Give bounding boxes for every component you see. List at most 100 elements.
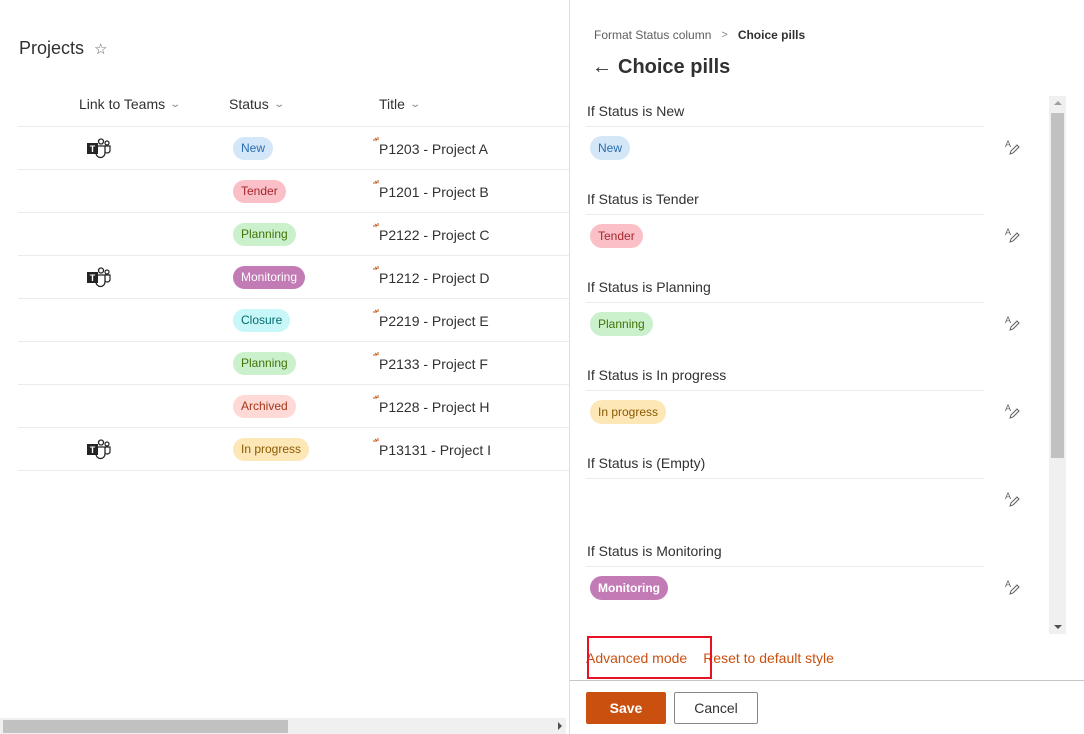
title-cell[interactable]: P13131 - Project I [373,437,491,458]
title-text[interactable]: P2133 - Project F [379,356,488,372]
format-rule: If Status is Planning Planning A [586,272,1051,360]
chevron-down-icon: ⌄ [169,98,182,110]
title-text[interactable]: P2122 - Project C [379,227,490,243]
teams-icon[interactable]: T [86,267,112,289]
pill-preview: New [590,136,631,160]
title-cell[interactable]: P1203 - Project A [373,136,488,157]
breadcrumb-parent[interactable]: Format Status column [594,28,711,42]
highlight-box [587,636,712,679]
rule-divider [586,390,984,391]
table-row[interactable]: Archived P1228 - Project H [18,385,569,428]
title-text[interactable]: P1203 - Project A [379,141,488,157]
pill-preview: Planning [590,312,653,336]
format-rule: If Status is (Empty) A [586,448,1051,536]
rules-list: If Status is New New A If Status is Tender T… [586,96,1051,634]
status-pill: Closure [233,309,291,332]
edit-style-icon[interactable]: A [1004,226,1020,244]
rule-label: If Status is Planning [587,279,711,295]
title-cell[interactable]: P1212 - Project D [373,265,490,286]
rule-label: If Status is New [587,103,685,119]
rule-divider [586,566,984,567]
title-cell[interactable]: P2122 - Project C [373,222,490,243]
teams-icon[interactable]: T [86,439,112,461]
edit-style-icon[interactable]: A [1004,402,1020,420]
chevron-down-icon: ⌄ [409,98,422,110]
panel-title-text: Choice pills [618,56,731,78]
rule-label: If Status is Closure [587,631,705,634]
cancel-button[interactable]: Cancel [674,692,758,724]
scrollbar-thumb[interactable] [1051,113,1064,458]
rule-divider [586,302,984,303]
column-header-label: Title [379,96,405,112]
new-item-icon [373,132,381,141]
status-pill: Planning [233,352,296,375]
format-rule: If Status is ClosureClosureA [586,624,1051,634]
horizontal-scrollbar[interactable] [0,718,566,734]
title-text[interactable]: P1201 - Project B [379,184,489,200]
svg-text:A: A [1005,227,1011,237]
table-row[interactable]: T In progress P13131 - Project I [18,428,569,471]
vertical-scrollbar[interactable] [1049,96,1066,634]
table-row[interactable]: Planning P2122 - Project C [18,213,569,256]
rule-label: If Status is (Empty) [587,455,706,471]
new-item-icon [373,175,381,184]
title-text[interactable]: P2219 - Project E [379,313,489,329]
table-row[interactable]: T New P1203 - Project A [18,127,569,170]
svg-text:A: A [1005,315,1011,325]
format-column-panel: Format Status column > Choice pills ← Ch… [569,0,1084,734]
svg-text:A: A [1005,579,1011,589]
new-item-icon [373,347,381,356]
title-text[interactable]: P1228 - Project H [379,399,490,415]
title-cell[interactable]: P1228 - Project H [373,394,490,415]
svg-text:T: T [90,144,96,154]
table-row[interactable]: Planning P2133 - Project F [18,342,569,385]
new-item-icon [373,304,381,313]
edit-style-icon[interactable]: A [1004,314,1020,332]
format-rule: If Status is New New A [586,96,1051,184]
footer-divider [570,680,1084,681]
table-row[interactable]: T Monitoring P1212 - Project D [18,256,569,299]
edit-style-icon[interactable]: A [1004,578,1020,596]
svg-text:A: A [1005,139,1011,149]
list-view: Projects ☆ Link to Teams ⌄ Status ⌄ Titl… [0,0,569,734]
column-header-label: Link to Teams [79,96,166,112]
status-pill: In progress [233,438,310,461]
arrow-left-icon[interactable]: ← [592,56,612,79]
column-header-title[interactable]: Title ⌄ [379,96,422,112]
scroll-up-arrow-icon[interactable] [1054,101,1062,105]
page-title-text: Projects [19,38,85,58]
star-outline-icon[interactable]: ☆ [94,40,107,58]
breadcrumb: Format Status column > Choice pills [594,28,805,42]
title-cell[interactable]: P2219 - Project E [373,308,489,329]
rule-label: If Status is In progress [587,367,727,383]
new-item-icon [373,218,381,227]
rule-divider [586,214,984,215]
edit-style-icon[interactable]: A [1004,138,1020,156]
column-header-status[interactable]: Status ⌄ [229,96,285,112]
pill-preview: Monitoring [590,576,668,600]
teams-icon[interactable]: T [86,138,112,160]
column-header-label: Status [229,96,269,112]
format-rule: If Status is Tender Tender A [586,184,1051,272]
save-button[interactable]: Save [586,692,666,724]
status-pill: Planning [233,223,296,246]
pill-preview: In progress [590,400,667,424]
panel-links: Advanced mode Reset to default style [586,636,834,679]
svg-text:T: T [90,445,96,455]
reset-default-style-link[interactable]: Reset to default style [703,650,834,666]
title-text[interactable]: P1212 - Project D [379,270,490,286]
new-item-icon [373,261,381,270]
table-row[interactable]: Closure P2219 - Project E [18,299,569,342]
table-row[interactable]: Tender P1201 - Project B [18,170,569,213]
title-text[interactable]: P13131 - Project I [379,442,491,458]
panel-title: ← Choice pills [592,56,730,79]
title-cell[interactable]: P1201 - Project B [373,179,489,200]
column-header-link-to-teams[interactable]: Link to Teams ⌄ [79,96,182,112]
edit-style-icon[interactable]: A [1004,490,1020,508]
title-cell[interactable]: P2133 - Project F [373,351,488,372]
scroll-down-arrow-icon[interactable] [1054,625,1062,629]
new-item-icon [373,390,381,399]
status-pill: Archived [233,395,296,418]
scroll-right-arrow-icon[interactable] [558,722,562,730]
scrollbar-thumb[interactable] [3,720,288,733]
